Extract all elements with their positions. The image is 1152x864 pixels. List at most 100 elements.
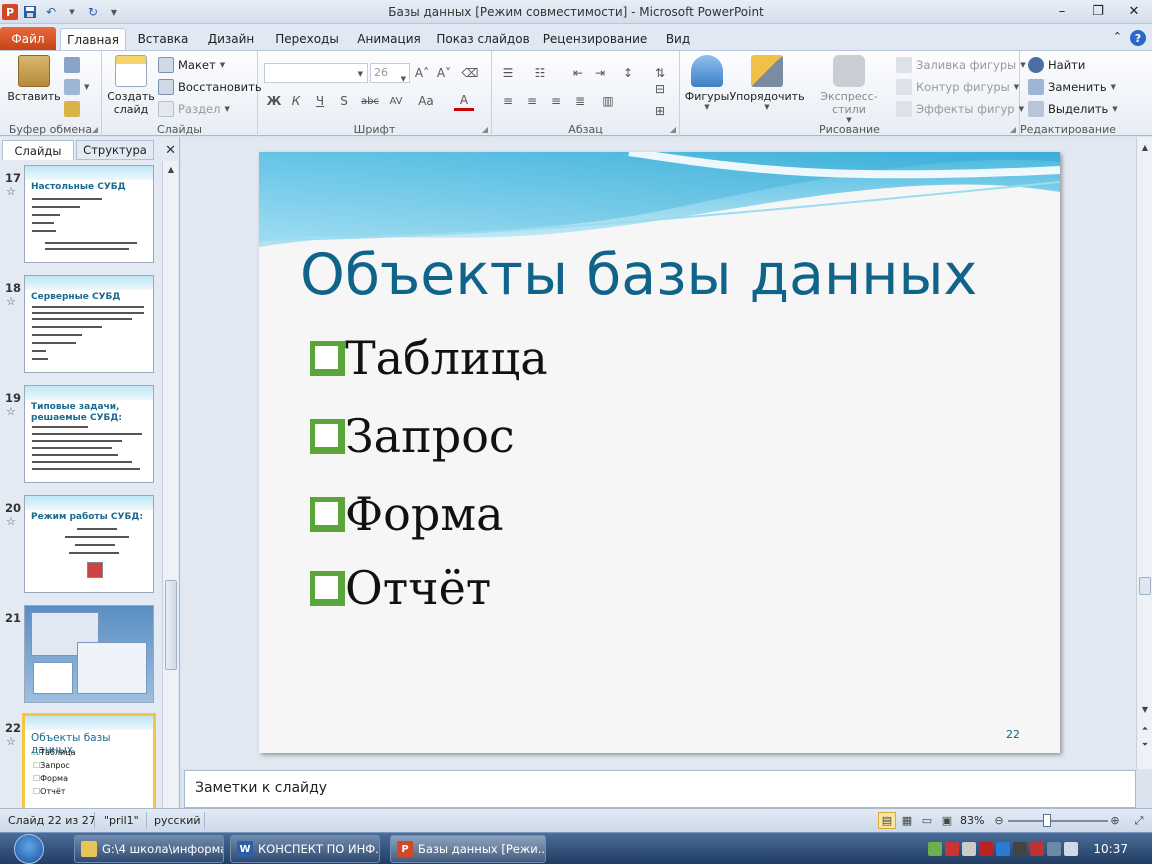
- shrink-font-icon[interactable]: A˅: [434, 63, 454, 83]
- zoom-slider[interactable]: [1008, 820, 1108, 822]
- taskbar-clock[interactable]: 10:37: [1093, 842, 1128, 856]
- tab-animation[interactable]: Анимация: [352, 28, 426, 50]
- reading-view-icon[interactable]: ▭: [918, 812, 936, 829]
- justify-icon[interactable]: ≣: [570, 91, 590, 111]
- zoom-level[interactable]: 83%: [960, 814, 984, 827]
- slide-sorter-view-icon[interactable]: ▦: [898, 812, 916, 829]
- font-launcher-icon[interactable]: ◢: [482, 125, 488, 134]
- numbering-icon[interactable]: ☷: [530, 63, 550, 83]
- tab-view[interactable]: Вид: [658, 28, 698, 50]
- tab-outline[interactable]: Структура: [76, 140, 154, 160]
- clipboard-launcher-icon[interactable]: ◢: [92, 125, 98, 134]
- format-painter-button[interactable]: [64, 101, 80, 117]
- tray-app-icon[interactable]: [979, 842, 994, 856]
- tab-review[interactable]: Рецензирование: [540, 28, 650, 50]
- normal-view-icon[interactable]: ▤: [878, 812, 896, 829]
- quick-styles-button[interactable]: Экспресс-стили ▼: [806, 55, 892, 124]
- columns-icon[interactable]: ▥: [598, 91, 618, 111]
- decrease-indent-icon[interactable]: ⇤: [568, 63, 588, 83]
- italic-button[interactable]: К: [286, 91, 306, 111]
- tab-slides[interactable]: Слайды: [2, 140, 74, 160]
- tab-insert[interactable]: Вставка: [134, 28, 192, 50]
- customize-toolbar-icon[interactable]: ▼: [105, 3, 123, 21]
- undo-dropdown-icon[interactable]: ▼: [63, 3, 81, 21]
- start-button[interactable]: [7, 833, 51, 864]
- slide-thumbnail-17[interactable]: Настольные СУБД: [24, 165, 154, 263]
- tab-file[interactable]: Файл: [0, 27, 56, 50]
- tray-power-icon[interactable]: [996, 842, 1011, 856]
- redo-icon[interactable]: ↻: [84, 3, 102, 21]
- help-icon[interactable]: ?: [1130, 30, 1146, 46]
- tab-design[interactable]: Дизайн: [200, 28, 262, 50]
- current-slide[interactable]: Объекты базы данных Таблица Запрос Форма…: [259, 152, 1060, 753]
- shapes-button[interactable]: Фигуры ▼: [685, 55, 729, 111]
- undo-icon[interactable]: ↶: [42, 3, 60, 21]
- increase-indent-icon[interactable]: ⇥: [590, 63, 610, 83]
- align-center-icon[interactable]: ≡: [522, 91, 542, 111]
- taskbar-explorer[interactable]: G:\4 школа\информа...: [74, 835, 224, 863]
- tray-app-icon[interactable]: [1013, 842, 1028, 856]
- new-slide-button[interactable]: Создать слайд: [106, 55, 156, 116]
- tab-transitions[interactable]: Переходы: [270, 28, 344, 50]
- paste-button[interactable]: Вставить: [7, 55, 61, 103]
- clear-formatting-icon[interactable]: ⌫: [460, 63, 480, 83]
- shape-outline-button[interactable]: Контур фигуры ▼: [896, 79, 1019, 95]
- paragraph-launcher-icon[interactable]: ◢: [670, 125, 676, 134]
- slide-thumbnail-20[interactable]: Режим работы СУБД:: [24, 495, 154, 593]
- bullet-item[interactable]: Форма: [310, 484, 504, 544]
- line-spacing-icon[interactable]: ↕: [618, 63, 638, 83]
- language-indicator[interactable]: русский: [154, 814, 201, 827]
- bullet-item[interactable]: Запрос: [310, 406, 515, 466]
- cut-button[interactable]: [64, 57, 80, 73]
- minimize-ribbon-icon[interactable]: ⌃: [1113, 30, 1122, 46]
- zoom-slider-knob[interactable]: [1043, 814, 1051, 827]
- arrange-button[interactable]: Упорядочить ▼: [729, 55, 805, 111]
- taskbar-word[interactable]: W КОНСПЕКТ ПО ИНФ...: [230, 835, 380, 863]
- change-case-button[interactable]: Aa: [416, 91, 436, 111]
- close-pane-icon[interactable]: ✕: [165, 143, 176, 158]
- bold-button[interactable]: Ж: [264, 91, 284, 111]
- tab-home[interactable]: Главная: [60, 28, 126, 50]
- strikethrough-button[interactable]: abc: [358, 91, 382, 111]
- tray-language-icon[interactable]: [1030, 842, 1045, 856]
- scrollbar-thumb[interactable]: [165, 580, 177, 670]
- copy-button[interactable]: ▼: [64, 79, 89, 95]
- next-slide-icon[interactable]: ⏷: [1139, 739, 1151, 751]
- fit-to-window-icon[interactable]: ⤢: [1130, 812, 1148, 829]
- scroll-up-icon[interactable]: ▲: [1139, 141, 1151, 153]
- align-left-icon[interactable]: ≡: [498, 91, 518, 111]
- align-right-icon[interactable]: ≡: [546, 91, 566, 111]
- char-spacing-button[interactable]: AV: [386, 91, 406, 111]
- select-button[interactable]: Выделить ▼: [1028, 101, 1118, 117]
- slide-thumbnail-22[interactable]: Объекты базы данных ☐Таблица ☐Запрос ☐Фо…: [22, 713, 156, 815]
- scrollbar-thumb[interactable]: [1139, 577, 1151, 595]
- tray-volume-icon[interactable]: [1064, 842, 1079, 856]
- slide-scrollbar[interactable]: ▲ ▼ ⏶ ⏷: [1136, 137, 1152, 769]
- slide-thumbnail-21[interactable]: [24, 605, 154, 703]
- tray-app-icon[interactable]: [928, 842, 943, 856]
- tray-antivirus-icon[interactable]: [945, 842, 960, 856]
- slide-thumbnail-19[interactable]: Типовые задачи, решаемые СУБД:: [24, 385, 154, 483]
- underline-button[interactable]: Ч: [310, 91, 330, 111]
- drawing-launcher-icon[interactable]: ◢: [1010, 125, 1016, 134]
- taskbar-powerpoint[interactable]: P Базы данных [Режи...: [390, 835, 546, 863]
- tray-network-icon[interactable]: [1047, 842, 1062, 856]
- bullet-item[interactable]: Отчёт: [310, 558, 491, 618]
- scroll-down-icon[interactable]: ▼: [1139, 703, 1151, 715]
- notes-placeholder[interactable]: Заметки к слайду: [195, 780, 327, 796]
- zoom-out-icon[interactable]: ⊖: [990, 812, 1008, 829]
- align-text-icon[interactable]: ⊟: [650, 79, 670, 99]
- smartart-icon[interactable]: ⊞: [650, 101, 670, 121]
- replace-button[interactable]: Заменить ▼: [1028, 79, 1116, 95]
- zoom-in-icon[interactable]: ⊕: [1106, 812, 1124, 829]
- font-color-button[interactable]: A: [454, 91, 474, 111]
- previous-slide-icon[interactable]: ⏶: [1139, 723, 1151, 735]
- reset-button[interactable]: Восстановить: [158, 79, 262, 95]
- section-button[interactable]: Раздел ▼: [158, 101, 230, 117]
- scroll-up-icon[interactable]: ▲: [165, 163, 177, 175]
- find-button[interactable]: Найти: [1028, 57, 1085, 73]
- save-icon[interactable]: [21, 3, 39, 21]
- notes-pane[interactable]: Заметки к слайду: [184, 770, 1136, 808]
- font-size-combo[interactable]: 26 ▼: [370, 63, 410, 83]
- minimize-icon[interactable]: –: [1044, 0, 1080, 22]
